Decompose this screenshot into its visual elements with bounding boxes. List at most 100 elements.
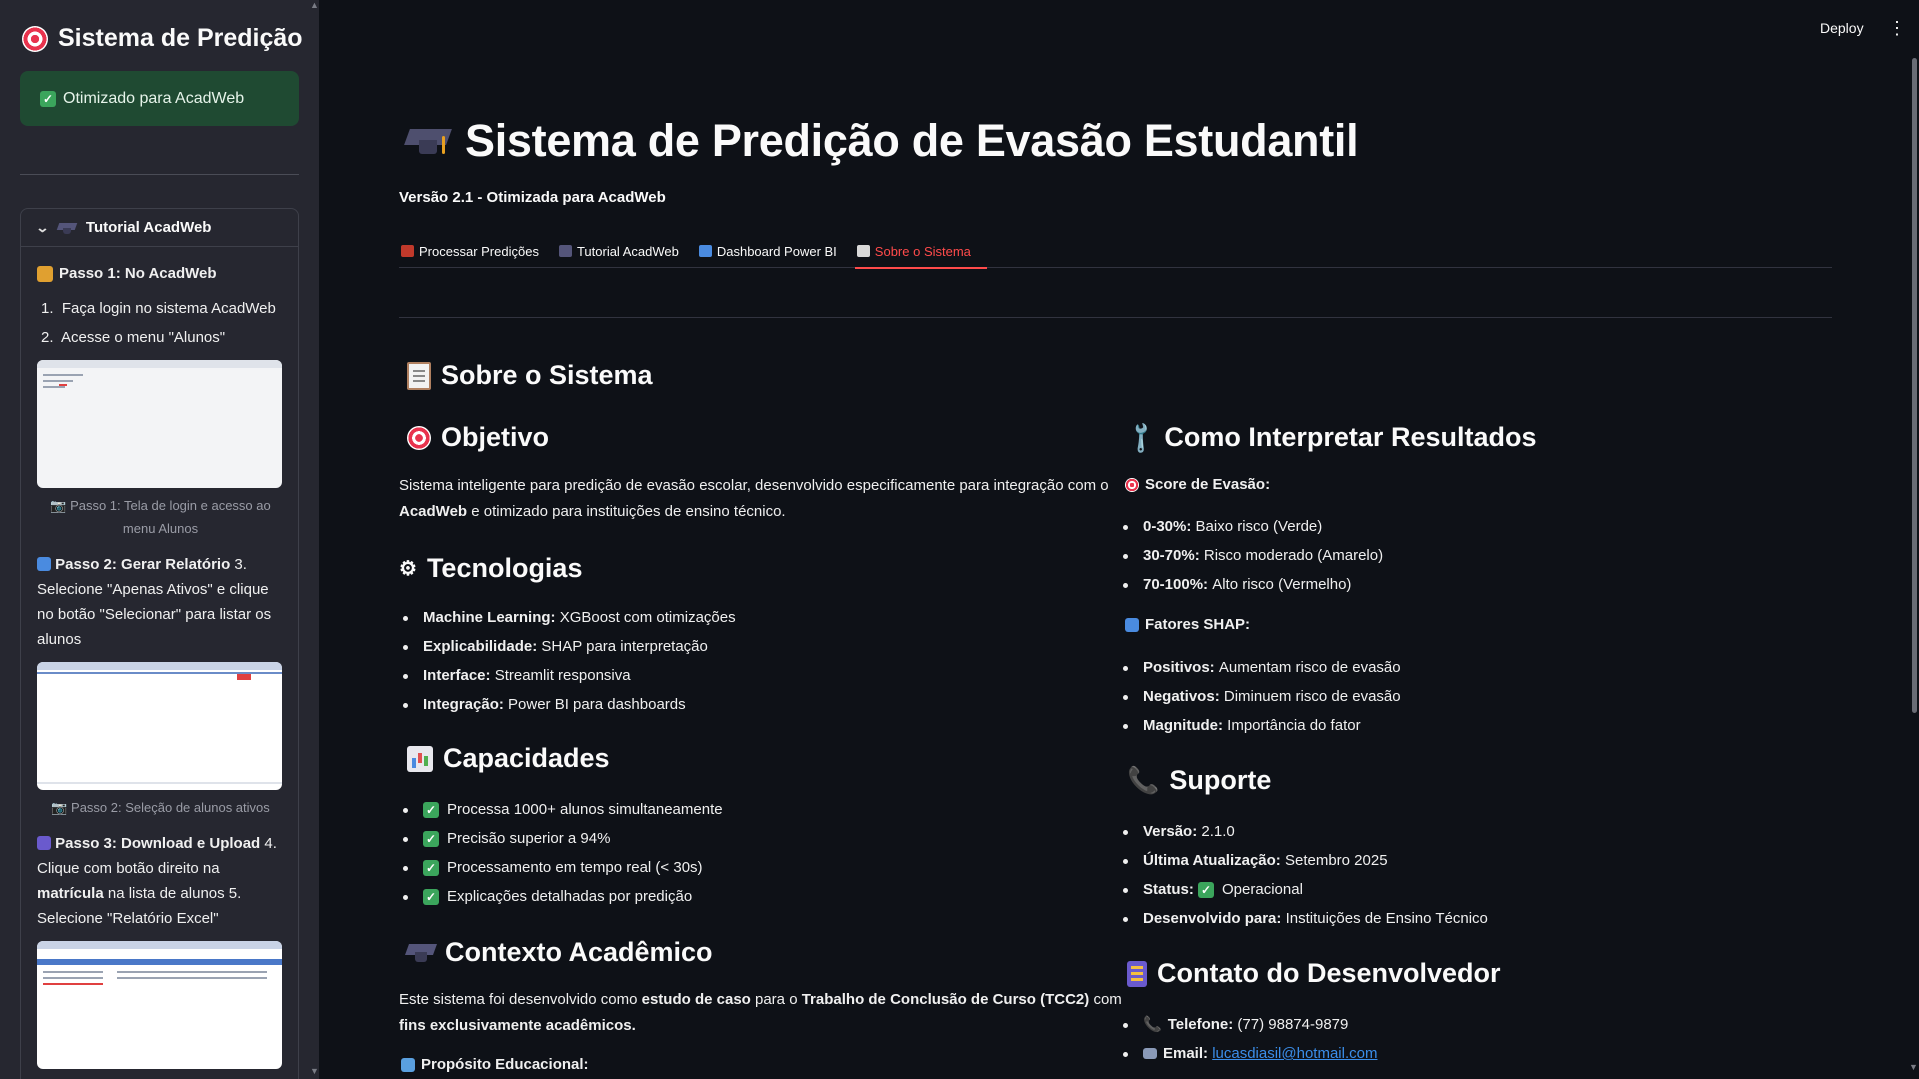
tutorial-expander: ⌄ Tutorial AcadWeb Passo 1: No AcadWeb 1…	[20, 208, 299, 1079]
list-item: ✓ Processa 1000+ alunos simultaneamente	[399, 795, 723, 824]
contexto-bold-3: fins exclusivamente acadêmicos.	[399, 1017, 636, 1034]
proposito-text: Propósito Educacional:	[421, 1056, 589, 1073]
floppy-disk-icon	[37, 836, 51, 850]
chart-icon	[698, 245, 712, 257]
scroll-down-icon[interactable]: ▼	[1909, 1062, 1918, 1072]
list-item: Status: ✓ Operacional	[1119, 875, 1488, 904]
step1-caption-text: Passo 1: Tela de login e acesso ao menu …	[70, 498, 271, 536]
step3-title: Passo 3: Download e Upload	[55, 835, 261, 852]
item-key: 30-70%:	[1143, 547, 1200, 564]
item-value: Power BI para dashboards	[508, 696, 686, 713]
item-key: Positivos:	[1143, 659, 1215, 676]
item-key: 70-100%:	[1143, 576, 1209, 593]
step1-list: 1. Faça login no sistema AcadWeb 2. Aces…	[37, 296, 284, 350]
list-item: 70-100%: Alto risco (Vermelho)	[1119, 570, 1383, 599]
capacidades-heading: Capacidades	[407, 743, 610, 774]
deploy-button[interactable]: Deploy	[1820, 20, 1864, 36]
list-item: Machine Learning: XGBoost com otimizaçõe…	[399, 603, 736, 632]
list-item: 30-70%: Risco moderado (Amarelo)	[1119, 541, 1383, 570]
step2-title: Passo 2: Gerar Relatório	[55, 556, 231, 573]
check-icon: ✓	[423, 801, 439, 818]
item-text: Precisão superior a 94%	[447, 830, 611, 847]
clipboard-icon	[856, 245, 870, 257]
expander-title: Tutorial AcadWeb	[85, 219, 212, 236]
tecnologias-list: Machine Learning: XGBoost com otimizaçõe…	[399, 603, 736, 719]
contato-heading: Contato do Desenvolvedor	[1127, 958, 1501, 989]
main-content: Deploy ⋮ ▼ Sistema de Predição de Evasão…	[319, 0, 1919, 1079]
check-icon: ✓	[423, 859, 439, 876]
screenshot-titlebar	[37, 360, 282, 368]
capacidades-heading-text: Capacidades	[443, 743, 610, 773]
contato-heading-text: Contato do Desenvolvedor	[1157, 958, 1501, 988]
item-value: Baixo risco (Verde)	[1195, 518, 1323, 535]
item-value: Aumentam risco de evasão	[1218, 659, 1401, 676]
main-scrollbar-thumb[interactable]	[1912, 58, 1917, 713]
list-item: 2. Acesse o menu "Alunos"	[41, 329, 226, 346]
step1-title: Passo 1: No AcadWeb	[59, 265, 217, 282]
shap-heading: Fatores SHAP:	[1125, 616, 1250, 633]
item-value: SHAP para interpretação	[541, 638, 708, 655]
expander-header[interactable]: ⌄ Tutorial AcadWeb	[21, 209, 298, 247]
check-icon: ✓	[423, 830, 439, 847]
tab-sobre-o-sistema[interactable]: Sobre o Sistema	[854, 236, 989, 269]
list-item: ✓ Explicações detalhadas por predição	[399, 882, 723, 911]
package-icon	[37, 265, 53, 282]
list-item: Positivos: Aumentam risco de evasão	[1119, 653, 1401, 682]
page-title: Sistema de Predição de Evasão Estudantil	[407, 115, 1359, 167]
list-item: Explicabilidade: SHAP para interpretação	[399, 632, 736, 661]
capacidades-list: ✓ Processa 1000+ alunos simultaneamente ✓…	[399, 795, 723, 911]
tab-processar-predicoes[interactable]: Processar Predições	[399, 236, 557, 266]
suporte-list: Versão: 2.1.0 Última Atualização: Setemb…	[1119, 817, 1488, 933]
score-list: 0-30%: Baixo risco (Verde) 30-70%: Risco…	[1119, 512, 1383, 599]
score-title: Score de Evasão:	[1145, 476, 1271, 493]
tab-label: Dashboard Power BI	[716, 243, 837, 259]
check-icon: ✓	[40, 90, 56, 107]
objetivo-heading: Objetivo	[407, 422, 549, 453]
scroll-up-icon[interactable]: ▲	[310, 0, 319, 10]
id-card-icon	[1143, 1048, 1157, 1059]
item-key: Telefone:	[1167, 1016, 1234, 1033]
success-text: Otimizado para AcadWeb	[63, 89, 245, 107]
scroll-down-icon[interactable]: ▼	[310, 1066, 319, 1076]
version-label: Versão 2.1 - Otimizada para AcadWeb	[399, 189, 666, 206]
item-key: Negativos:	[1143, 688, 1220, 705]
about-heading-text: Sobre o Sistema	[441, 360, 653, 390]
section-divider	[399, 317, 1832, 318]
list-item: ✓ Processamento em tempo real (< 30s)	[399, 853, 723, 882]
objetivo-text-b: e otimizado para instituições de ensino …	[471, 503, 786, 520]
item-key: Magnitude:	[1143, 717, 1223, 734]
objetivo-bold: AcadWeb	[399, 503, 468, 520]
step3-block: Passo 3: Download e Upload 4. Clique com…	[37, 831, 284, 931]
screenshot-line	[37, 959, 282, 965]
screenshot-mark	[43, 983, 103, 985]
graduation-cap-icon	[58, 222, 76, 234]
contexto-text-b: para o	[755, 991, 798, 1008]
success-alert: ✓ Otimizado para AcadWeb	[20, 71, 299, 126]
step1-screenshot	[37, 360, 282, 488]
step2-caption: 📷 Passo 2: Seleção de alunos ativos	[51, 800, 270, 815]
page-title-text: Sistema de Predição de Evasão Estudantil	[465, 115, 1359, 166]
tab-dashboard-power-bi[interactable]: Dashboard Power BI	[697, 236, 855, 266]
item-key: Última Atualização:	[1143, 852, 1281, 869]
main-menu-icon[interactable]: ⋮	[1888, 18, 1906, 38]
email-link[interactable]: lucasdiasil@hotmail.com	[1212, 1039, 1377, 1068]
item-value: 2.1.0	[1201, 823, 1235, 840]
item-value: XGBoost com otimizações	[559, 609, 736, 626]
target-icon	[22, 25, 48, 52]
contato-list: 📞 Telefone: (77) 98874-9879 Email: lucasd…	[1119, 1010, 1377, 1068]
step2-screenshot	[37, 662, 282, 790]
item-key: Machine Learning:	[423, 609, 556, 626]
screenshot-titlebar	[37, 941, 282, 949]
screenshot-line	[37, 782, 282, 784]
tecnologias-heading-text: Tecnologias	[426, 553, 583, 583]
step3-bold: matrícula	[37, 885, 104, 902]
tab-tutorial-acadweb[interactable]: Tutorial AcadWeb	[557, 236, 697, 266]
list-item: 1. Faça login no sistema AcadWeb	[41, 300, 276, 317]
screenshot-line	[43, 977, 103, 979]
screenshot-line	[43, 374, 83, 376]
books-icon	[401, 1057, 415, 1072]
interpretar-heading-text: Como Interpretar Resultados	[1164, 422, 1537, 452]
sidebar-scrollbar[interactable]: ▲ ▼	[309, 0, 319, 1079]
chevron-down-icon: ⌄	[35, 219, 50, 235]
step1-item-1: Faça login no sistema AcadWeb	[61, 300, 276, 317]
